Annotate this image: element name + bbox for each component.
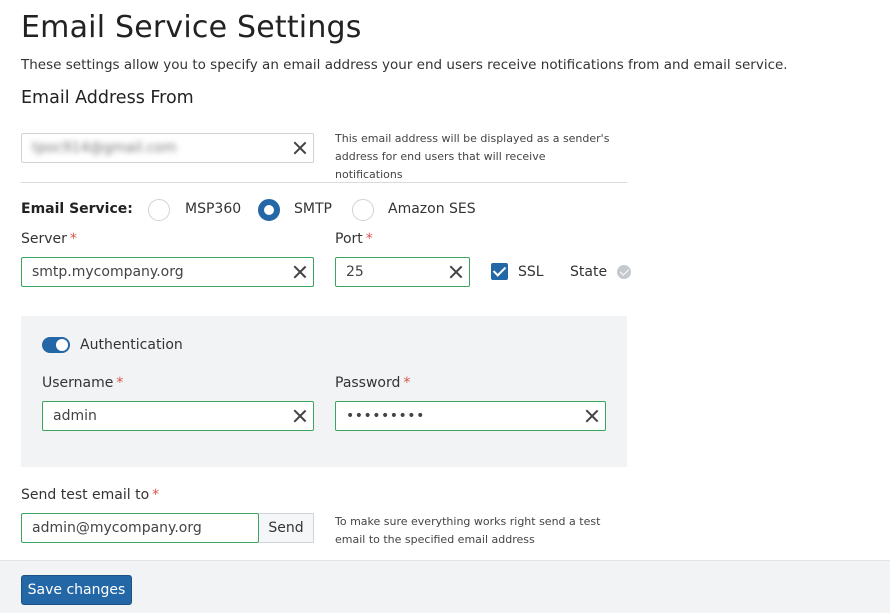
- username-input[interactable]: admin: [42, 401, 314, 431]
- required-mark: *: [69, 231, 77, 247]
- authentication-label: Authentication: [80, 337, 183, 353]
- port-label-text: Port: [335, 231, 363, 247]
- username-value: admin: [53, 408, 97, 424]
- password-input[interactable]: •••••••••: [335, 401, 606, 431]
- section-title-email-from: Email Address From: [21, 88, 194, 108]
- divider: [21, 182, 627, 183]
- port-label: Port *: [335, 231, 373, 247]
- radio-amazon-ses-label[interactable]: Amazon SES: [388, 201, 476, 217]
- test-email-label-text: Send test email to: [21, 487, 150, 503]
- test-email-value: admin@mycompany.org: [32, 520, 202, 536]
- clear-icon[interactable]: [293, 265, 307, 279]
- radio-msp360[interactable]: [148, 199, 170, 221]
- footer-bar: [0, 560, 890, 613]
- required-mark: *: [152, 487, 160, 503]
- ssl-checkbox[interactable]: [491, 263, 508, 280]
- email-from-value: tpoc914@gmail.com: [32, 140, 177, 156]
- test-email-input[interactable]: admin@mycompany.org: [21, 513, 259, 543]
- server-label-text: Server: [21, 231, 67, 247]
- email-from-hint: This email address will be displayed as …: [335, 132, 610, 181]
- username-label-text: Username: [42, 375, 114, 391]
- authentication-toggle[interactable]: [42, 337, 70, 353]
- radio-smtp-label[interactable]: SMTP: [294, 201, 332, 217]
- username-label: Username *: [42, 375, 123, 391]
- required-mark: *: [365, 231, 373, 247]
- required-mark: *: [403, 375, 411, 391]
- test-email-hint: To make sure everything works right send…: [335, 515, 601, 546]
- email-service-label: Email Service:: [21, 201, 133, 217]
- password-value: •••••••••: [346, 408, 425, 424]
- password-label: Password *: [335, 375, 410, 391]
- clear-icon[interactable]: [293, 409, 307, 423]
- radio-smtp[interactable]: [258, 199, 280, 221]
- clear-icon[interactable]: [585, 409, 599, 423]
- state-label: State: [570, 264, 608, 280]
- server-input[interactable]: smtp.mycompany.org: [21, 257, 314, 287]
- test-email-label: Send test email to *: [21, 487, 159, 503]
- radio-amazon-ses[interactable]: [352, 199, 374, 221]
- clear-icon[interactable]: [449, 265, 463, 279]
- required-mark: *: [116, 375, 124, 391]
- check-circle-icon: [617, 265, 631, 279]
- save-changes-button[interactable]: Save changes: [21, 575, 132, 605]
- clear-icon[interactable]: [293, 141, 307, 155]
- server-label: Server *: [21, 231, 77, 247]
- page-description: These settings allow you to specify an e…: [21, 57, 788, 73]
- port-input[interactable]: 25: [335, 257, 470, 287]
- password-label-text: Password: [335, 375, 401, 391]
- radio-msp360-label[interactable]: MSP360: [185, 201, 241, 217]
- ssl-label[interactable]: SSL: [518, 264, 544, 280]
- send-button[interactable]: Send: [259, 513, 314, 543]
- email-from-field[interactable]: tpoc914@gmail.com: [21, 133, 314, 163]
- server-value: smtp.mycompany.org: [32, 264, 184, 280]
- page-title: Email Service Settings: [21, 10, 362, 45]
